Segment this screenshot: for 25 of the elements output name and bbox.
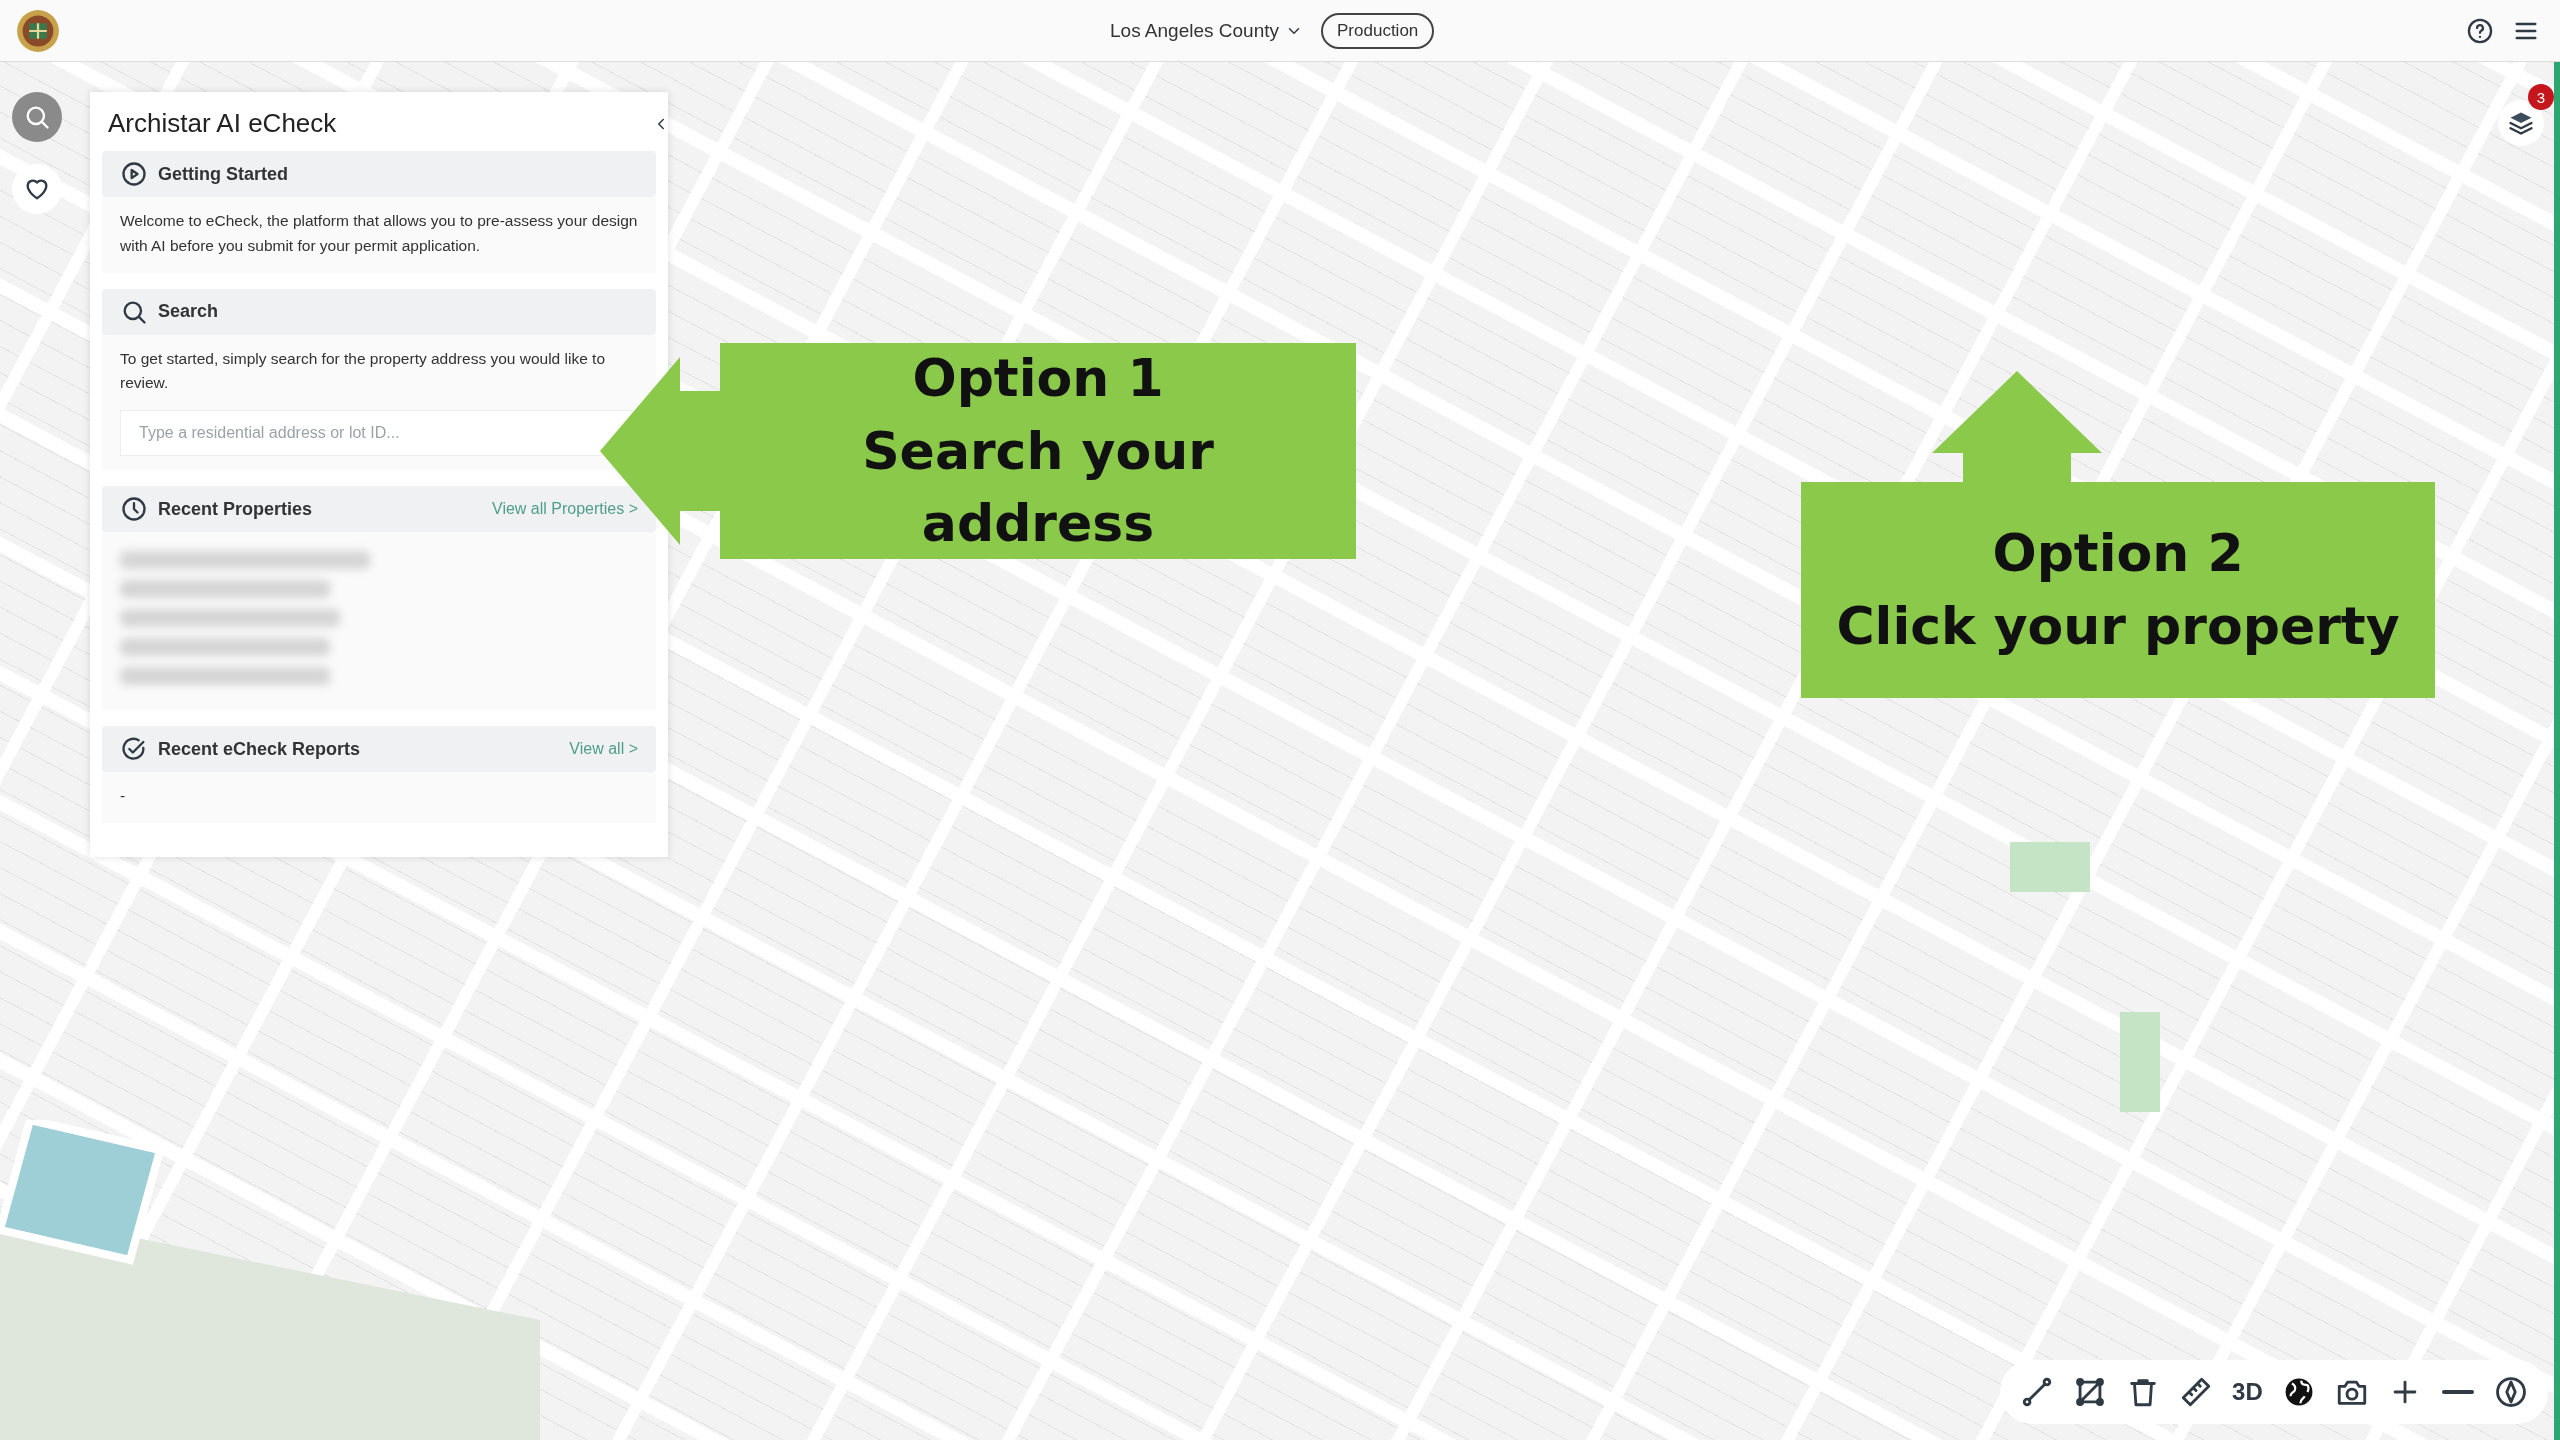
region-dropdown[interactable]: Los Angeles County (1110, 20, 1303, 42)
3d-button[interactable]: 3D (2226, 1369, 2269, 1415)
section-title: Recent Properties (158, 498, 314, 520)
section-title: Getting Started (158, 163, 289, 185)
section-text: Welcome to eCheck, the platform that allows you to pre-assess your design with AI before you submit for your permit application. (120, 211, 638, 256)
section-text: To get started, simply search for the property address you would like to review. (120, 348, 607, 394)
panel-title: Archistar AI eCheck (108, 108, 337, 139)
callout-text: Search your (862, 419, 1214, 483)
section-title: Recent eCheck Reports (158, 738, 362, 760)
section-title: Search (158, 301, 220, 323)
callout-text: Option 1 (912, 346, 1164, 410)
callout-text: Click your property (1836, 595, 2400, 658)
seal-logo[interactable] (16, 8, 60, 53)
count-badge: 3 (2528, 84, 2554, 110)
callout-text: address (921, 492, 1155, 556)
environment-badge: Production (1321, 13, 1435, 49)
callout-text: Option 2 (1992, 522, 2244, 586)
search-button[interactable] (12, 92, 62, 142)
favorite-button[interactable] (12, 164, 62, 214)
compass-icon (2494, 1375, 2529, 1409)
help-icon (2466, 16, 2494, 45)
play-circle-icon (120, 160, 148, 188)
clock-icon (120, 495, 148, 524)
empty-placeholder: - (120, 786, 127, 807)
zoom-out-icon (2441, 1388, 2476, 1396)
